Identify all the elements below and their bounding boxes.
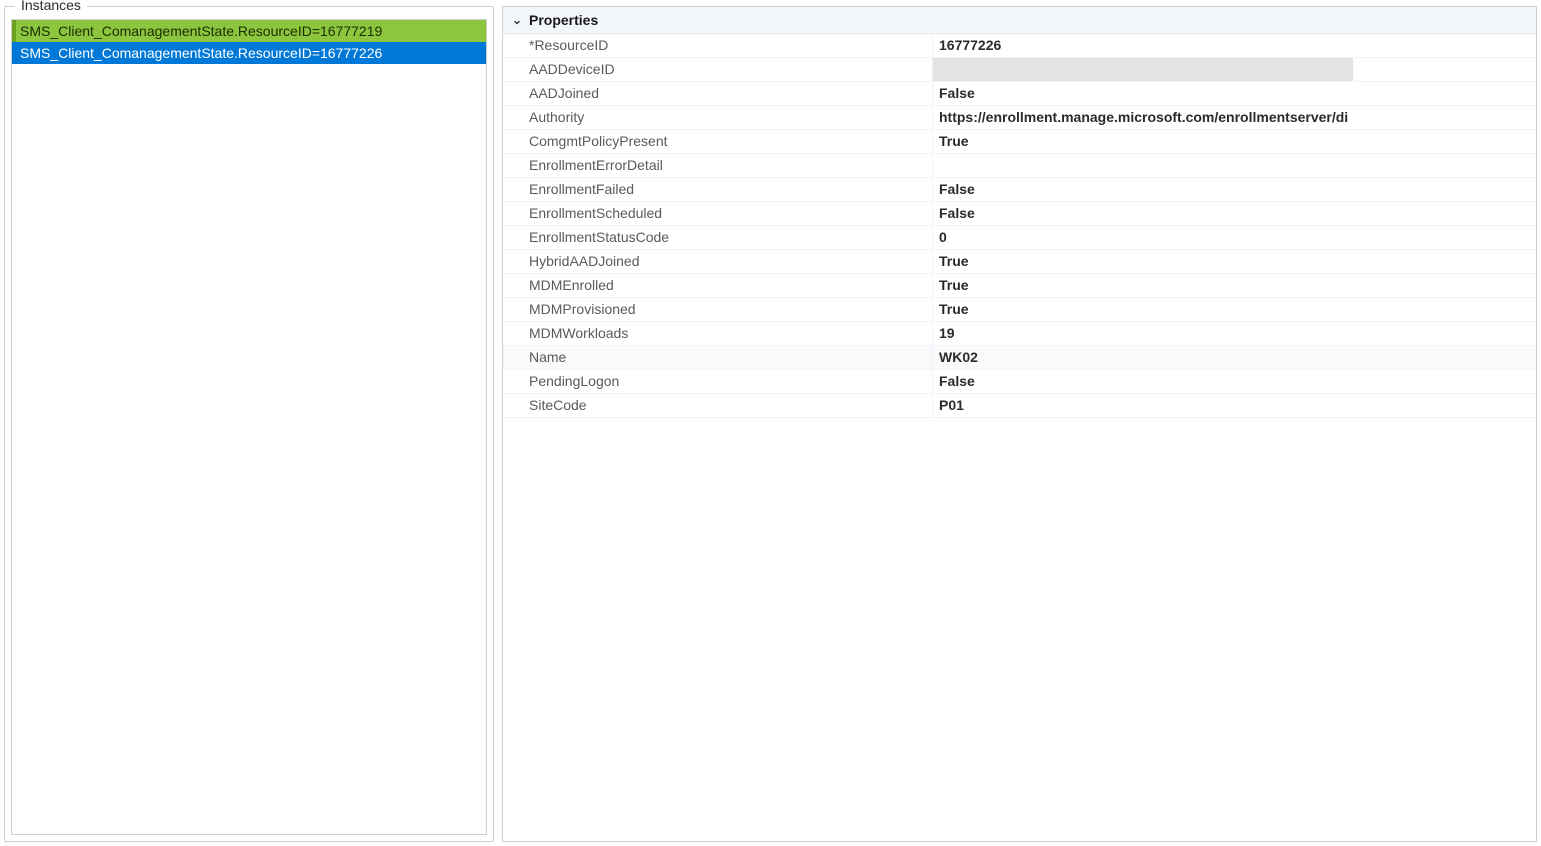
property-row[interactable]: *ResourceID 16777226 [503,34,1536,58]
property-name: EnrollmentStatusCode [503,226,933,249]
property-value: False [933,178,1536,201]
property-value [933,154,1536,177]
properties-panel: ⌄ Properties *ResourceID 16777226 AADDev… [502,6,1537,842]
property-name: EnrollmentFailed [503,178,933,201]
property-row[interactable]: EnrollmentErrorDetail [503,154,1536,178]
property-row[interactable]: Authority https://enrollment.manage.micr… [503,106,1536,130]
properties-section-header[interactable]: ⌄ Properties [503,7,1536,34]
property-value: 16777226 [933,34,1536,57]
property-grid[interactable]: ⌄ Properties *ResourceID 16777226 AADDev… [503,7,1536,841]
chevron-down-icon: ⌄ [509,13,525,27]
property-value: False [933,202,1536,225]
property-row[interactable]: SiteCode P01 [503,394,1536,418]
property-value: 0 [933,226,1536,249]
property-value: False [933,82,1536,105]
property-name: SiteCode [503,394,933,417]
property-row[interactable]: EnrollmentStatusCode 0 [503,226,1536,250]
property-name: Authority [503,106,933,129]
instances-title: Instances [15,0,87,13]
property-name: MDMProvisioned [503,298,933,321]
property-row[interactable]: MDMProvisioned True [503,298,1536,322]
property-value: True [933,298,1536,321]
property-name: MDMEnrolled [503,274,933,297]
property-row[interactable]: EnrollmentFailed False [503,178,1536,202]
property-value-redacted [933,58,1536,81]
property-name: EnrollmentScheduled [503,202,933,225]
property-name: *ResourceID [503,34,933,57]
property-name: AADJoined [503,82,933,105]
property-name: ComgmtPolicyPresent [503,130,933,153]
property-name: AADDeviceID [503,58,933,81]
property-value: True [933,274,1536,297]
property-row[interactable]: Name WK02 [503,346,1536,370]
property-value: https://enrollment.manage.microsoft.com/… [933,106,1536,129]
property-row[interactable]: AADJoined False [503,82,1536,106]
property-row[interactable]: EnrollmentScheduled False [503,202,1536,226]
instance-item[interactable]: SMS_Client_ComanagementState.ResourceID=… [12,20,486,42]
property-row[interactable]: MDMWorkloads 19 [503,322,1536,346]
property-name: EnrollmentErrorDetail [503,154,933,177]
property-name: MDMWorkloads [503,322,933,345]
property-row[interactable]: PendingLogon False [503,370,1536,394]
property-value: True [933,130,1536,153]
properties-section-title: Properties [529,12,598,28]
property-row[interactable]: AADDeviceID [503,58,1536,82]
property-value: True [933,250,1536,273]
instances-panel: Instances SMS_Client_ComanagementState.R… [4,6,494,842]
app-root: Instances SMS_Client_ComanagementState.R… [0,0,1541,846]
property-value: False [933,370,1536,393]
property-name: HybridAADJoined [503,250,933,273]
property-row[interactable]: MDMEnrolled True [503,274,1536,298]
instances-list[interactable]: SMS_Client_ComanagementState.ResourceID=… [11,19,487,835]
property-row[interactable]: ComgmtPolicyPresent True [503,130,1536,154]
property-value: WK02 [933,346,1536,369]
redacted-block [933,58,1353,81]
property-value: P01 [933,394,1536,417]
property-name: Name [503,346,933,369]
property-row[interactable]: HybridAADJoined True [503,250,1536,274]
property-value: 19 [933,322,1536,345]
instance-item[interactable]: SMS_Client_ComanagementState.ResourceID=… [12,42,486,64]
instances-groupbox: Instances SMS_Client_ComanagementState.R… [4,6,494,842]
property-name: PendingLogon [503,370,933,393]
